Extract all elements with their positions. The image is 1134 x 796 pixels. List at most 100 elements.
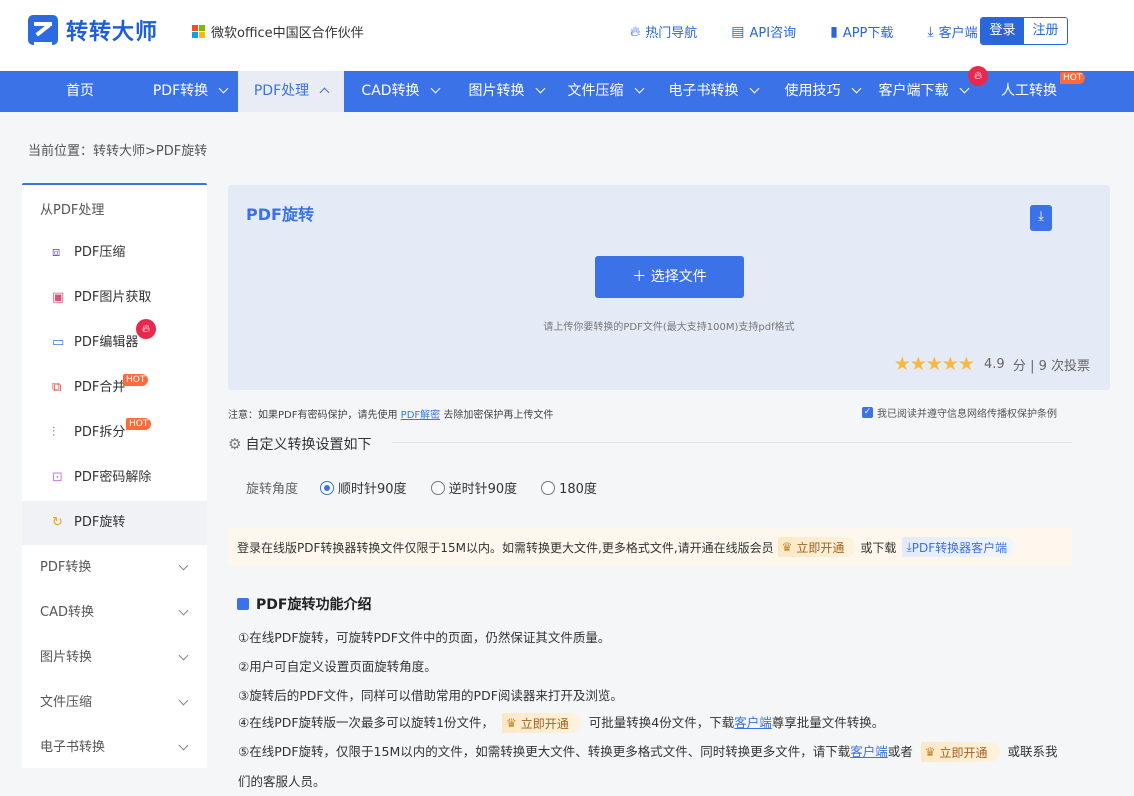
fire-badge-icon: 🔥︎ (136, 319, 156, 339)
client-link[interactable]: 客户端 (850, 744, 888, 759)
chat-icon: ▤ (731, 23, 745, 40)
chevron-down-icon (535, 83, 545, 94)
split-icon: ⫶ (52, 425, 56, 440)
checkbox-checked-icon[interactable]: ✓ (862, 407, 873, 418)
hot-badge: HOT (1060, 72, 1086, 84)
nav-cad-convert[interactable]: CAD转换 (350, 71, 450, 112)
nav-manual-convert[interactable]: 人工转换 (990, 71, 1068, 112)
star-rating-icon[interactable]: ★★★★★ (894, 353, 975, 375)
nav-label: CAD转换 (361, 83, 420, 99)
login-button[interactable]: 登录 (981, 18, 1024, 44)
open-vip-button[interactable]: ♛ 立即开通 (777, 537, 857, 557)
radio-unchecked-icon[interactable] (541, 480, 556, 495)
download-client-link[interactable]: ⤓ PDF转换器客户端 (902, 537, 1016, 557)
sidebar-item-pdf-merge[interactable]: ⧉ PDF合并 (22, 366, 207, 410)
agree-checkbox[interactable]: ✓ 我已阅读并遵守信息网络传播权保护条例 (862, 405, 1057, 420)
site-logo[interactable]: 转转大师 (28, 14, 158, 46)
open-vip-label: 立即开通 (939, 745, 988, 760)
rating: ★★★★★ 4.9 分 | 9 次投票 (894, 353, 1090, 375)
nav-label: 文件压缩 (567, 83, 624, 99)
chevron-down-icon (178, 650, 189, 661)
sidebar-group-label: 图片转换 (40, 650, 93, 665)
nav-ebook[interactable]: 电子书转换 (658, 71, 768, 112)
nav-compress[interactable]: 文件压缩 (555, 71, 655, 112)
sidebar-group-pdf-convert[interactable]: PDF转换 (22, 546, 207, 590)
api-link[interactable]: ▤ API咨询 (731, 22, 796, 42)
intro-text: 或者 (887, 744, 913, 759)
sidebar-group-cad-convert[interactable]: CAD转换 (22, 591, 207, 635)
chevron-down-icon (430, 83, 441, 94)
vip-crown-icon: ♛ (506, 716, 517, 730)
select-file-label: 选择文件 (650, 269, 707, 285)
select-file-button[interactable]: ＋ 选择文件 (595, 256, 744, 298)
rating-votes: | 9 次投票 (1030, 358, 1090, 374)
register-button[interactable]: 注册 (1024, 18, 1067, 44)
intro-line-4: ④在线PDF旋转版一次最多可以旋转1份文件， ♛ 立即开通 可批量转换4份文件，下… (238, 712, 884, 733)
radio-checked-icon[interactable] (320, 480, 335, 495)
nav-pdf-process[interactable]: PDF处理 (238, 71, 344, 112)
pdf-decrypt-link[interactable]: PDF解密 (401, 410, 440, 421)
client-link[interactable]: 客户端 (734, 715, 772, 730)
open-vip-button[interactable]: ♛ 立即开通 (502, 713, 581, 733)
notice-prefix: 注意：如果PDF有密码保护，请先使用 (228, 410, 398, 421)
sidebar-item-pdf-split[interactable]: ⫶ PDF拆分 (22, 411, 207, 455)
fire-icon: 🔥︎ (630, 23, 641, 40)
sidebar-item-label: PDF压缩 (74, 245, 126, 260)
intro-line-2: ②用户可自定义设置页面旋转角度。 (238, 659, 437, 674)
tool-title: PDF旋转 (246, 205, 314, 224)
upload-panel[interactable]: PDF旋转 ⤓ ＋ 选择文件 请上传你要转换的PDF文件(最大支持100M)支持… (228, 185, 1110, 390)
open-vip-button[interactable]: ♛ 立即开通 (920, 742, 1000, 762)
nav-label: 使用技巧 (784, 83, 841, 99)
nav-client-download[interactable]: 客户端下载 (868, 71, 978, 112)
hot-badge: HOT (123, 374, 149, 386)
breadcrumb: 当前位置：转转大师>PDF旋转 (28, 144, 208, 159)
intro-line-3: ③旋转后的PDF文件，同样可以借助常用的PDF阅读器来打开及浏览。 (238, 688, 623, 703)
radio-counterclockwise-90[interactable]: 逆时针90度 (430, 478, 517, 497)
app-label: APP下载 (842, 26, 894, 41)
radio-label: 顺时针90度 (338, 482, 407, 497)
sidebar-item-pdf-compress[interactable]: ⧈ PDF压缩 (22, 231, 207, 275)
settings-title-text: 自定义转换设置如下 (245, 437, 372, 453)
download-app-icon[interactable]: ⤓ (1030, 205, 1052, 231)
nav-label: 图片转换 (468, 83, 525, 99)
auth-buttons: 登录 注册 (980, 17, 1068, 45)
chevron-down-icon (749, 83, 759, 94)
main-nav: 首页 PDF转换 PDF处理 CAD转换 图片转换 文件压缩 电子书转换 使用技… (0, 66, 1134, 112)
intro-text: 可批量转换4份文件，下载 (588, 715, 735, 730)
nav-home[interactable]: 首页 (30, 71, 130, 112)
sidebar-item-pdf-rotate[interactable]: ↻ PDF旋转 (22, 501, 207, 545)
nav-tips[interactable]: 使用技巧 (772, 71, 872, 112)
nav-label: 电子书转换 (668, 83, 739, 99)
top-header: 转转大师 微软office中国区合作伙伴 🔥︎ 热门导航 ▤ API咨询 ▮ APP下… (0, 0, 1134, 71)
nav-label: PDF处理 (253, 83, 310, 99)
sidebar-item-pdf-image[interactable]: ▣ PDF图片获取 (22, 276, 207, 320)
sidebar-head: 从PDF处理 (40, 203, 105, 218)
password-notice: 注意：如果PDF有密码保护，请先使用 PDF解密 去除加密保护再上传文件 (228, 406, 553, 421)
sidebar-item-label: PDF密码解除 (74, 470, 152, 485)
vip-crown-icon: ♛ (781, 540, 793, 554)
chevron-down-icon (178, 560, 189, 571)
notice-suffix: 去除加密保护再上传文件 (443, 410, 554, 421)
nav-image-convert[interactable]: 图片转换 (456, 71, 556, 112)
sidebar-group-compress[interactable]: 文件压缩 (22, 681, 207, 725)
nav-pdf-convert[interactable]: PDF转换 (140, 71, 240, 112)
sidebar-group-image-convert[interactable]: 图片转换 (22, 636, 207, 680)
radio-unchecked-icon[interactable] (430, 480, 445, 495)
sidebar-item-label: PDF旋转 (74, 515, 126, 530)
sidebar-item-label: PDF编辑器 (74, 335, 139, 350)
fire-badge-icon: 🔥︎ (968, 66, 988, 86)
radio-180[interactable]: 180度 (541, 478, 597, 497)
client-link[interactable]: ⤓ 客户端 (927, 22, 977, 42)
sidebar-group-ebook[interactable]: 电子书转换 (22, 726, 207, 770)
intro-line-1: ①在线PDF旋转，可旋转PDF文件中的页面，仍然保证其文件质量。 (238, 630, 611, 645)
app-download-link[interactable]: ▮ APP下载 (830, 22, 894, 42)
chevron-down-icon (959, 83, 969, 94)
chevron-up-icon (319, 87, 330, 98)
sidebar-group-label: 电子书转换 (40, 740, 106, 755)
sidebar-item-pdf-unlock[interactable]: ⊡ PDF密码解除 (22, 456, 207, 500)
radio-clockwise-90[interactable]: 顺时针90度 (320, 478, 407, 497)
sidebar-item-pdf-editor[interactable]: ▭ PDF编辑器 (22, 321, 207, 365)
rotate-icon: ↻ (52, 515, 63, 530)
hot-nav-link[interactable]: 🔥︎ 热门导航 (630, 22, 697, 42)
compress-icon: ⧈ (52, 245, 61, 260)
